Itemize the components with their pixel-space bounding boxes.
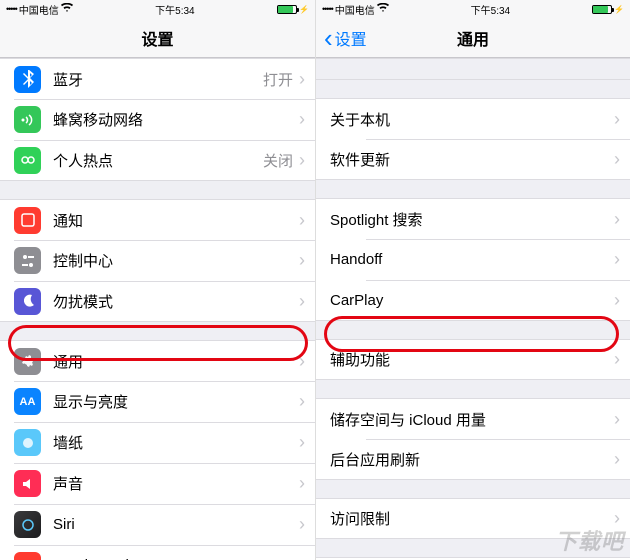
chevron-right-icon: › xyxy=(614,508,620,529)
row-label: 蜂窝移动网络 xyxy=(53,109,299,130)
row-label: 勿扰模式 xyxy=(53,291,299,312)
wifi-icon xyxy=(61,3,73,16)
settings-row-通用[interactable]: 通用› xyxy=(0,340,315,381)
chevron-right-icon: › xyxy=(614,149,620,170)
row-label: CarPlay xyxy=(330,292,614,309)
general-row-访问限制[interactable]: 访问限制› xyxy=(316,498,630,539)
bluetooth-icon xyxy=(14,66,41,93)
chevron-right-icon: › xyxy=(299,391,305,412)
settings-row-蓝牙[interactable]: 蓝牙打开 › xyxy=(0,58,315,99)
wallpaper-icon xyxy=(14,429,41,456)
general-row-blank xyxy=(316,58,630,80)
row-label: Siri xyxy=(53,516,299,533)
nav-title: 设置 xyxy=(0,26,315,50)
row-label: 后台应用刷新 xyxy=(330,449,614,470)
settings-row-Touch Iouch[interactable]: Touch Iouch› xyxy=(0,545,315,560)
settings-row-蜂窝移动网络[interactable]: 蜂窝移动网络› xyxy=(0,99,315,140)
row-label: 访问限制 xyxy=(330,508,614,529)
charging-icon: ⚡ xyxy=(614,5,624,14)
general-row-软件更新[interactable]: 软件更新› xyxy=(316,139,630,180)
control-center-icon xyxy=(14,247,41,274)
row-label: 个人热点 xyxy=(53,150,263,171)
cellular-icon xyxy=(14,106,41,133)
row-label: 软件更新 xyxy=(330,149,614,170)
wifi-icon xyxy=(377,3,389,16)
general-row-Handoff[interactable]: Handoff› xyxy=(316,239,630,280)
dnd-icon xyxy=(14,288,41,315)
notifications-icon xyxy=(14,207,41,234)
carrier-label: 中国电信 xyxy=(19,2,59,17)
general-icon xyxy=(14,348,41,375)
status-time: 下午5:34 xyxy=(73,2,277,17)
row-label: 蓝牙 xyxy=(53,69,263,90)
chevron-right-icon: › xyxy=(299,210,305,231)
chevron-right-icon: › xyxy=(299,514,305,535)
settings-row-勿扰模式[interactable]: 勿扰模式› xyxy=(0,281,315,322)
general-list: 关于本机›软件更新›Spotlight 搜索›Handoff›CarPlay›辅… xyxy=(316,58,630,560)
touchid-icon xyxy=(14,552,41,560)
chevron-right-icon: › xyxy=(614,209,620,230)
row-value: 关闭 xyxy=(263,150,293,171)
chevron-right-icon: › xyxy=(299,432,305,453)
carrier-label: 中国电信 xyxy=(335,2,375,17)
settings-row-墙纸[interactable]: 墙纸› xyxy=(0,422,315,463)
chevron-right-icon: › xyxy=(299,150,305,171)
signal-dots: ••••• xyxy=(6,4,17,14)
status-bar: ••••• 中国电信 下午5:34 ⚡ xyxy=(0,0,315,18)
sounds-icon xyxy=(14,470,41,497)
row-label: 显示与亮度 xyxy=(53,391,299,412)
settings-row-通知[interactable]: 通知› xyxy=(0,199,315,240)
chevron-right-icon: › xyxy=(614,349,620,370)
row-label: 储存空间与 iCloud 用量 xyxy=(330,409,614,430)
settings-row-Siri[interactable]: Siri› xyxy=(0,504,315,545)
row-value: 打开 xyxy=(263,69,293,90)
chevron-right-icon: › xyxy=(299,109,305,130)
general-row-储存空间与 iCloud 用量[interactable]: 储存空间与 iCloud 用量› xyxy=(316,398,630,439)
nav-bar: 设置 通用 xyxy=(316,18,630,58)
battery-icon xyxy=(277,5,297,14)
signal-dots: ••••• xyxy=(322,4,333,14)
battery-icon xyxy=(592,5,612,14)
status-bar: ••••• 中国电信 下午5:34 ⚡ xyxy=(316,0,630,18)
row-label: 控制中心 xyxy=(53,250,299,271)
siri-icon xyxy=(14,511,41,538)
back-button[interactable]: 设置 xyxy=(316,26,367,50)
smudge xyxy=(140,474,260,504)
general-row-辅助功能[interactable]: 辅助功能› xyxy=(316,339,630,380)
chevron-right-icon: › xyxy=(299,250,305,271)
chevron-right-icon: › xyxy=(614,290,620,311)
settings-row-显示与亮度[interactable]: AA 显示与亮度› xyxy=(0,381,315,422)
general-row-关于本机[interactable]: 关于本机› xyxy=(316,98,630,139)
nav-bar: 设置 xyxy=(0,18,315,58)
display-icon: AA xyxy=(14,388,41,415)
charging-icon: ⚡ xyxy=(299,5,309,14)
general-row-后台应用刷新[interactable]: 后台应用刷新› xyxy=(316,439,630,480)
general-screen-right: ••••• 中国电信 下午5:34 ⚡ 设置 通用 关于本机›软件更新›Spot… xyxy=(315,0,630,560)
row-label: Handoff xyxy=(330,251,614,268)
chevron-right-icon: › xyxy=(614,249,620,270)
row-label: Spotlight 搜索 xyxy=(330,209,614,230)
row-label: 辅助功能 xyxy=(330,349,614,370)
general-row-Spotlight 搜索[interactable]: Spotlight 搜索› xyxy=(316,198,630,239)
settings-row-控制中心[interactable]: 控制中心› xyxy=(0,240,315,281)
chevron-right-icon: › xyxy=(299,291,305,312)
chevron-right-icon: › xyxy=(299,473,305,494)
chevron-right-icon: › xyxy=(299,69,305,90)
back-label: 设置 xyxy=(335,26,367,50)
settings-screen-left: ••••• 中国电信 下午5:34 ⚡ 设置 蓝牙打开›蜂窝移动网络›个人热点关… xyxy=(0,0,315,560)
general-row-CarPlay[interactable]: CarPlay› xyxy=(316,280,630,321)
settings-row-个人热点[interactable]: 个人热点关闭 › xyxy=(0,140,315,181)
chevron-right-icon: › xyxy=(299,555,305,560)
row-label: 墙纸 xyxy=(53,432,299,453)
row-label: 关于本机 xyxy=(330,109,614,130)
chevron-right-icon: › xyxy=(614,449,620,470)
chevron-right-icon: › xyxy=(614,109,620,130)
row-label: 通用 xyxy=(53,351,299,372)
chevron-right-icon: › xyxy=(299,351,305,372)
row-label: 通知 xyxy=(53,210,299,231)
hotspot-icon xyxy=(14,147,41,174)
status-time: 下午5:34 xyxy=(389,2,592,17)
chevron-right-icon: › xyxy=(614,409,620,430)
